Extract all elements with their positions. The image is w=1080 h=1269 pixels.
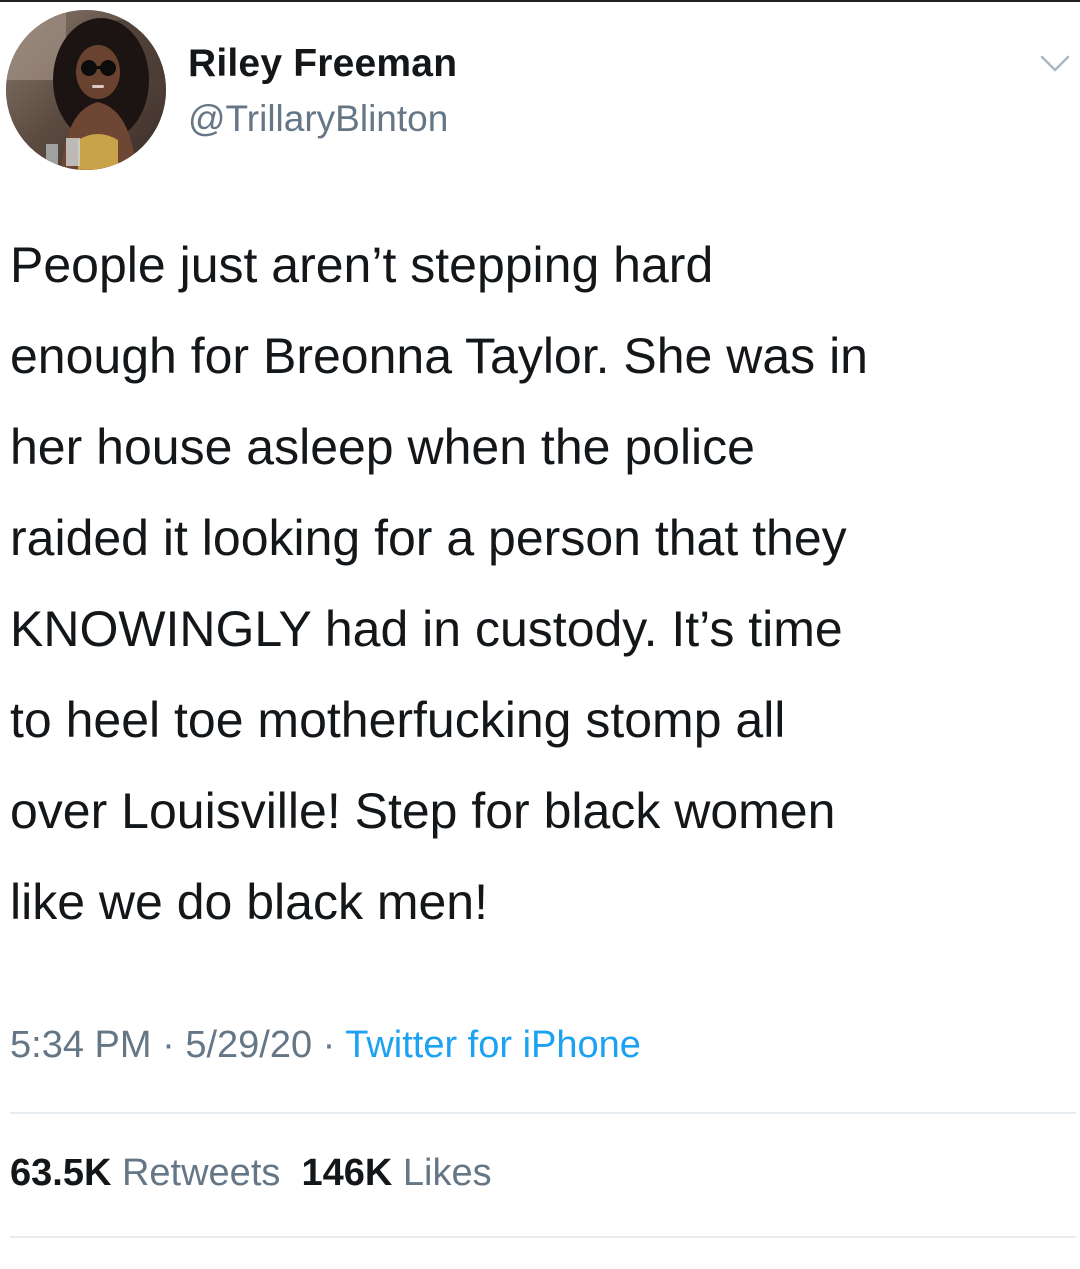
avatar[interactable] bbox=[6, 10, 166, 170]
top-border bbox=[0, 0, 1080, 2]
tweet-date[interactable]: 5/29/20 bbox=[185, 1024, 312, 1066]
tweet-text-line: over Louisville! Step for black women bbox=[10, 783, 836, 839]
tweet-meta: 5:34 PM · 5/29/20 · Twitter for iPhone bbox=[10, 1024, 641, 1067]
retweets-stat[interactable]: 63.5K Retweets bbox=[10, 1152, 280, 1194]
user-handle[interactable]: @TrillaryBlinton bbox=[188, 98, 448, 140]
tweet-text-line: enough for Breonna Taylor. She was in bbox=[10, 328, 868, 384]
meta-separator: · bbox=[312, 1024, 346, 1066]
tweet-text-line: KNOWINGLY had in custody. It’s time bbox=[10, 601, 843, 657]
tweet-text: People just aren’t stepping hard enough … bbox=[10, 220, 1070, 948]
meta-separator: · bbox=[151, 1024, 186, 1066]
divider bbox=[10, 1236, 1076, 1238]
tweet-text-line: her house asleep when the police bbox=[10, 419, 755, 475]
avatar-image bbox=[6, 10, 166, 170]
tweet-text-line: raided it looking for a person that they bbox=[10, 510, 847, 566]
retweets-label: Retweets bbox=[121, 1152, 281, 1194]
likes-stat[interactable]: 146K Likes bbox=[302, 1152, 492, 1194]
tweet-time[interactable]: 5:34 PM bbox=[10, 1024, 152, 1066]
display-name[interactable]: Riley Freeman bbox=[188, 42, 457, 86]
retweets-count: 63.5K bbox=[10, 1152, 112, 1194]
tweet-text-line: to heel toe motherfucking stomp all bbox=[10, 692, 786, 748]
tweet-source-link[interactable]: Twitter for iPhone bbox=[345, 1024, 641, 1066]
chevron-down-icon[interactable] bbox=[1038, 46, 1072, 80]
divider bbox=[10, 1112, 1076, 1114]
tweet-text-line: People just aren’t stepping hard bbox=[10, 237, 714, 293]
likes-label: Likes bbox=[402, 1152, 492, 1194]
tweet-stats: 63.5K Retweets 146K Likes bbox=[10, 1152, 492, 1195]
tweet-card: Riley Freeman @TrillaryBlinton People ju… bbox=[0, 0, 1080, 1269]
likes-count: 146K bbox=[301, 1152, 393, 1194]
tweet-text-line: like we do black men! bbox=[10, 874, 489, 930]
